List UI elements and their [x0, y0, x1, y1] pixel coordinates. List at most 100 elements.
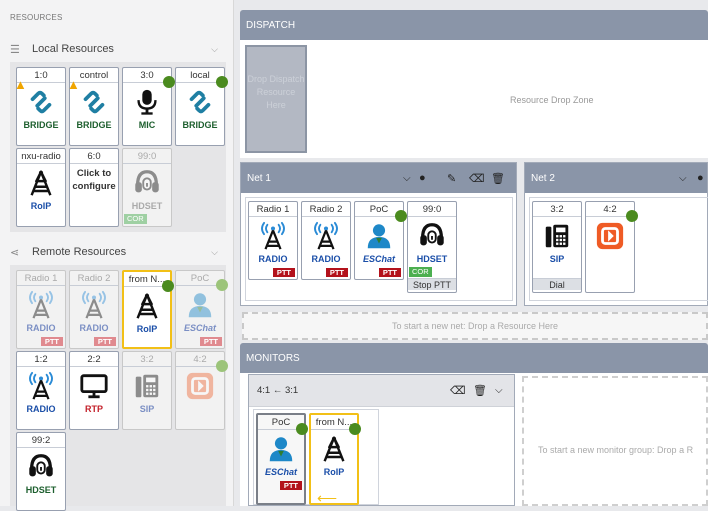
ptt-badge[interactable]: PTT [272, 268, 295, 277]
member-tile[interactable]: 3:2 SIP Dial [532, 201, 582, 293]
record-icon[interactable]: ● [697, 172, 704, 184]
arrow-left-icon: ⟵ [317, 490, 338, 506]
resource-tile[interactable]: control ▲ BRIDGE [67, 67, 119, 146]
local-resources-header[interactable]: ☰ Local Resources ⌵ [10, 38, 226, 60]
net-1-panel: Net 1 ⌵ ● ✎ ⌫ 🗑 Radio 1 RADIO PTT Radio … [240, 162, 517, 306]
member-tile[interactable]: PoC ESChat PTT [354, 201, 407, 280]
monitors-header: MONITORS [240, 343, 708, 373]
radio-icon [311, 221, 341, 251]
resource-tile[interactable]: local BRIDGE [175, 67, 228, 146]
cor-badge: COR [409, 267, 432, 277]
bridge-icon [79, 87, 109, 117]
trash-icon[interactable]: 🗑 [473, 384, 487, 397]
radio-icon [26, 371, 56, 401]
net-1-title: Net 1 [247, 172, 271, 184]
stop-ptt-button[interactable]: Stop PTT [408, 278, 456, 290]
net-2-header: Net 2 ⌵ ● [525, 163, 707, 193]
member-tile[interactable]: Radio 1 RADIO PTT [248, 201, 298, 280]
app-icon [185, 371, 215, 401]
monitor-icon [79, 371, 109, 401]
net-2-panel: Net 2 ⌵ ● 3:2 SIP Dial 4:2 [524, 162, 708, 306]
net-1-header: Net 1 ⌵ ● ✎ ⌫ 🗑 [241, 163, 516, 193]
antenna-icon [132, 291, 162, 321]
chevron-down-icon[interactable]: ⌵ [495, 385, 503, 396]
monitor-members: PoC ESChat PTT from N... RoIP ⟵ [253, 409, 379, 505]
ptt-badge[interactable]: PTT [40, 337, 63, 346]
resource-tile[interactable]: 1:2 RADIO [16, 351, 66, 430]
new-net-drop-zone[interactable]: To start a new net: Drop a Resource Here [242, 312, 708, 340]
member-tile[interactable]: from N... RoIP ⟵ [309, 413, 361, 506]
member-tile[interactable]: 4:2 [585, 201, 638, 293]
workspace: DISPATCH Drop Dispatch Resource Here Res… [240, 0, 708, 506]
record-icon[interactable]: ● [419, 172, 426, 184]
person-icon [364, 221, 394, 251]
eraser-icon[interactable]: ⌫ [450, 384, 466, 397]
dispatch-header: DISPATCH [240, 10, 708, 40]
ptt-badge[interactable]: PTT [279, 481, 302, 490]
phone-icon [132, 371, 162, 401]
resource-drop-zone[interactable]: Drop Dispatch Resource Here Resource Dro… [240, 40, 708, 158]
edit-icon[interactable]: ✎ [447, 172, 456, 185]
phone-icon [542, 221, 572, 251]
resource-tile[interactable]: Radio 2 RADIO PTT [69, 270, 119, 349]
resource-tile[interactable]: 6:0 Click to configure [69, 148, 119, 227]
configure-prompt[interactable]: Click to configure [70, 167, 118, 193]
resource-tile[interactable]: PoC ESChat PTT [175, 270, 228, 349]
member-tile[interactable]: 99:0 HDSET COR Stop PTT [407, 201, 457, 293]
remote-resources-header[interactable]: ⋖ Remote Resources ⌵ [10, 241, 226, 263]
cor-badge: COR [124, 214, 147, 224]
resource-tile[interactable]: from N... RoIP [122, 270, 174, 349]
person-icon [266, 434, 296, 464]
resource-tile[interactable]: 1:0 ▲ BRIDGE [14, 67, 66, 146]
chevron-down-icon[interactable]: ⌵ [403, 173, 411, 184]
dispatch-title: DISPATCH [246, 19, 296, 31]
resources-title: RESOURCES [10, 13, 63, 22]
ptt-badge[interactable]: PTT [199, 337, 222, 346]
resource-tile[interactable]: 4:2 [175, 351, 228, 430]
resource-tile[interactable]: Radio 1 RADIO PTT [16, 270, 66, 349]
radio-icon [79, 290, 109, 320]
chevron-down-icon[interactable]: ⌵ [679, 173, 687, 184]
remote-resources-label: Remote Resources [32, 246, 127, 258]
resource-tile[interactable]: 99:0 HDSET COR [122, 148, 172, 227]
share-icon: ⋖ [10, 246, 20, 259]
dial-button[interactable]: Dial [533, 278, 581, 290]
local-resources-label: Local Resources [32, 43, 114, 55]
monitor-group-title: 4:1 ← 3:1 [257, 385, 299, 396]
trash-icon[interactable]: 🗑 [491, 172, 505, 185]
member-tile[interactable]: Radio 2 RADIO PTT [301, 201, 351, 280]
new-monitor-drop-zone[interactable]: To start a new monitor group: Drop a R [522, 376, 708, 506]
resource-tile[interactable]: 2:2 RTP [69, 351, 119, 430]
radio-icon [26, 290, 56, 320]
local-resources-grid: 1:0 ▲ BRIDGE control ▲ BRIDGE 3:0 MIC lo… [10, 62, 228, 232]
list-icon: ☰ [10, 43, 20, 56]
member-tile[interactable]: PoC ESChat PTT [256, 413, 308, 505]
monitors-title: MONITORS [246, 352, 300, 364]
resource-tile[interactable]: nxu-radio RoIP [16, 148, 66, 227]
monitor-group-header: 4:1 ← 3:1 ⌫ 🗑 ⌵ [249, 375, 514, 407]
headset-icon [26, 452, 56, 482]
antenna-icon [26, 168, 56, 198]
ptt-badge[interactable]: PTT [93, 337, 116, 346]
app-icon [595, 221, 625, 251]
drop-zone-text: Resource Drop Zone [510, 95, 594, 105]
dispatch-drop-target[interactable]: Drop Dispatch Resource Here [245, 45, 307, 153]
resource-tile[interactable]: 3:2 SIP [122, 351, 172, 430]
person-icon [185, 290, 215, 320]
ptt-badge[interactable]: PTT [325, 268, 348, 277]
resource-tile[interactable]: 3:0 MIC [122, 67, 175, 146]
net-2-title: Net 2 [531, 172, 555, 184]
net-1-members: Radio 1 RADIO PTT Radio 2 RADIO PTT PoC … [245, 197, 513, 301]
ptt-badge[interactable]: PTT [378, 268, 401, 277]
radio-icon [258, 221, 288, 251]
monitor-group: 4:1 ← 3:1 ⌫ 🗑 ⌵ PoC ESChat PTT from N...… [248, 374, 515, 506]
resources-panel: RESOURCES ☰ Local Resources ⌵ 1:0 ▲ BRID… [0, 0, 234, 511]
chevron-down-icon[interactable]: ⌵ [211, 247, 218, 258]
microphone-icon [132, 87, 162, 117]
bridge-icon [185, 87, 215, 117]
net-2-members: 3:2 SIP Dial 4:2 [529, 197, 708, 301]
eraser-icon[interactable]: ⌫ [469, 172, 485, 185]
resource-tile[interactable]: 99:2 HDSET [16, 432, 66, 511]
headset-icon [132, 168, 162, 198]
chevron-down-icon[interactable]: ⌵ [211, 44, 218, 55]
